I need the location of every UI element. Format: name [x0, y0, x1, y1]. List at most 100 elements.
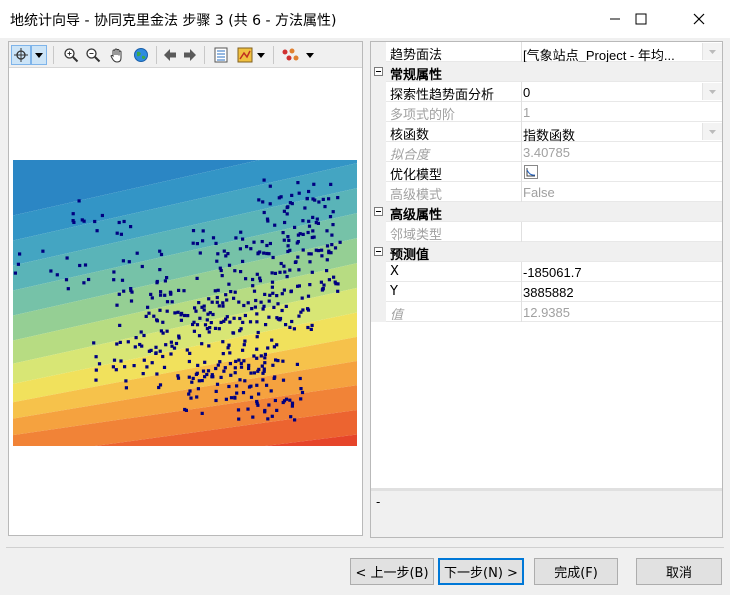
station-point [232, 296, 236, 300]
station-point [263, 356, 267, 360]
station-point [112, 270, 116, 274]
maximize-button[interactable] [618, 0, 664, 38]
property-row[interactable]: 探索性趋势面分析 0 [371, 82, 722, 103]
station-point [133, 345, 137, 349]
station-point [262, 251, 266, 255]
next-button[interactable]: 下一步(N) > [438, 558, 524, 585]
property-row[interactable]: 值 12.9385 [371, 302, 722, 323]
property-row[interactable]: 趋势面法 [气象站点_Project - 年均... [371, 42, 722, 63]
station-point [94, 368, 98, 372]
forward-extent-button[interactable] [181, 45, 199, 65]
property-row[interactable]: X -185061.7 [371, 262, 722, 282]
back-button[interactable]: < 上一步(B) [350, 558, 434, 585]
station-point [336, 289, 340, 293]
station-point [216, 252, 220, 256]
full-extent-button[interactable] [131, 45, 151, 65]
station-point [258, 250, 262, 254]
symbology-button[interactable] [235, 45, 255, 65]
property-category[interactable]: 预测值 [371, 242, 722, 263]
points-display-button[interactable] [279, 45, 301, 65]
zoom-in-button[interactable] [61, 45, 81, 65]
collapse-icon[interactable] [374, 67, 383, 76]
layer-list-button[interactable] [211, 45, 231, 65]
collapse-icon[interactable] [374, 247, 383, 256]
property-value[interactable]: -185061.7 [523, 265, 699, 280]
station-point [275, 408, 279, 412]
station-point [55, 273, 59, 277]
station-point [177, 288, 181, 292]
trend-surface-map[interactable] [13, 160, 357, 446]
column-divider [521, 282, 522, 302]
select-tool-dropdown[interactable] [31, 45, 47, 65]
property-category[interactable]: 高级属性 [371, 202, 722, 223]
dropdown-button[interactable] [702, 83, 722, 100]
property-row[interactable]: 拟合度 3.40785 [371, 142, 722, 163]
station-point [129, 299, 134, 303]
zoom-out-button[interactable] [83, 45, 103, 65]
station-point [231, 331, 235, 335]
station-point [277, 196, 281, 200]
pan-button[interactable] [107, 45, 127, 65]
symbology-dropdown[interactable] [255, 45, 267, 65]
property-row[interactable]: 高级模式 False [371, 182, 722, 203]
station-point [188, 389, 192, 393]
points-display-dropdown[interactable] [303, 45, 317, 65]
station-point [260, 240, 264, 244]
station-point [202, 308, 206, 312]
station-point [239, 270, 243, 274]
station-point [332, 275, 336, 279]
station-point [135, 251, 139, 255]
station-point [320, 254, 324, 258]
collapse-icon[interactable] [374, 207, 383, 216]
optimize-model-icon[interactable] [524, 165, 538, 179]
station-point [162, 365, 167, 369]
station-point [310, 235, 314, 240]
toolbar-separator [273, 46, 274, 64]
station-point [214, 389, 218, 393]
cancel-button[interactable]: 取消 [636, 558, 722, 585]
select-tool-button[interactable] [11, 45, 31, 65]
finish-button[interactable]: 完成(F) [534, 558, 618, 585]
station-point [306, 307, 310, 311]
station-point [327, 278, 331, 282]
station-point [114, 368, 118, 372]
property-name: 探索性趋势面分析 [390, 88, 495, 103]
station-point [100, 213, 104, 218]
property-value[interactable]: 3885882 [523, 285, 699, 300]
column-divider [521, 262, 522, 282]
property-category[interactable]: 常规属性 [371, 62, 722, 83]
property-row[interactable]: Y 3885882 [371, 282, 722, 302]
close-button[interactable] [676, 0, 722, 38]
station-point [297, 191, 301, 195]
station-point [213, 289, 217, 293]
property-row[interactable]: 多项式的阶 1 [371, 102, 722, 123]
column-divider [521, 162, 522, 182]
station-point [282, 238, 286, 242]
station-point [267, 299, 271, 303]
station-point [247, 366, 251, 371]
station-point [83, 263, 88, 267]
station-point [272, 305, 276, 309]
station-point [325, 269, 329, 273]
station-point [94, 378, 98, 382]
station-point [229, 290, 233, 294]
station-point [186, 314, 190, 318]
property-row[interactable]: 优化模型 [371, 162, 722, 183]
full-extent-globe-icon [134, 48, 148, 62]
property-row[interactable]: 邻域类型 [371, 222, 722, 243]
station-point [165, 329, 169, 333]
property-name: 优化模型 [390, 168, 443, 183]
dropdown-button[interactable] [702, 123, 722, 140]
station-point [307, 252, 311, 256]
dropdown-button[interactable] [702, 43, 722, 60]
station-point [155, 281, 159, 285]
station-point [273, 398, 277, 403]
back-extent-button[interactable] [161, 45, 179, 65]
property-row[interactable]: 核函数 指数函数 [371, 122, 722, 143]
station-point [268, 293, 272, 297]
station-point [260, 364, 264, 368]
station-point [300, 390, 305, 395]
station-point [229, 373, 233, 377]
property-value[interactable]: 0 [523, 85, 699, 100]
station-point [281, 378, 286, 382]
